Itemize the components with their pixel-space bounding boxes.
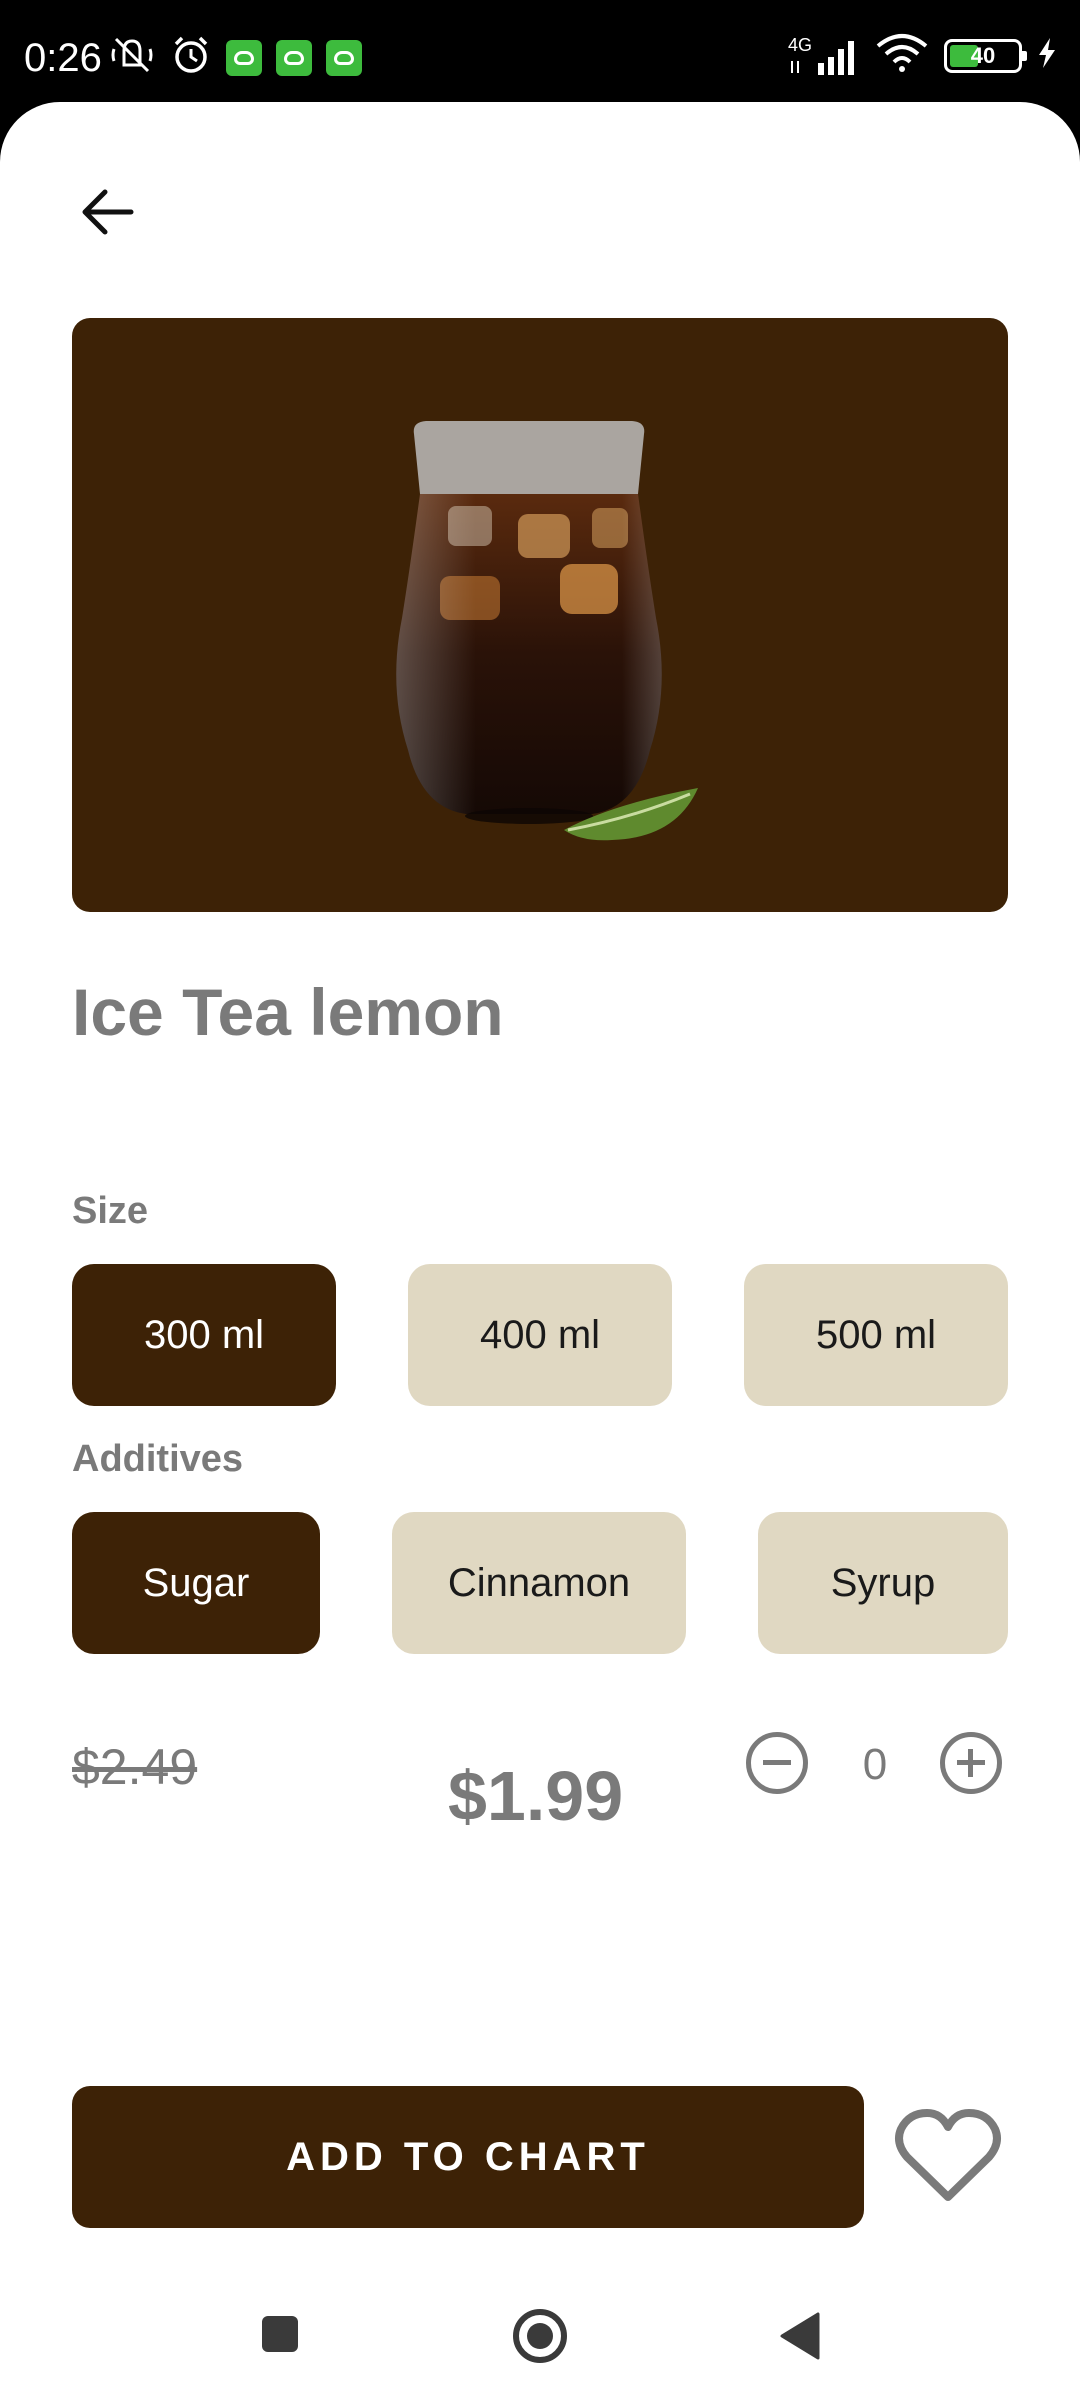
home-circle-icon [513, 2309, 567, 2363]
product-detail-sheet: Ice Tea lemon Size 300 ml 400 ml 500 ml … [0, 102, 1080, 2400]
additive-option-cinnamon[interactable]: Cinnamon [392, 1512, 686, 1654]
price: $1.99 [448, 1757, 624, 1835]
increase-quantity-button[interactable] [940, 1732, 1002, 1794]
arrow-left-icon [82, 189, 134, 235]
additives-label: Additives [72, 1438, 244, 1480]
add-to-cart-button[interactable]: ADD TO CHART [72, 2086, 864, 2228]
alarm-icon [170, 34, 212, 81]
system-nav-bar [0, 2280, 1080, 2400]
status-time: 0:26 [24, 36, 102, 80]
size-option-400[interactable]: 400 ml [408, 1264, 672, 1406]
back-nav-button[interactable] [778, 2310, 822, 2367]
size-option-300[interactable]: 300 ml [72, 1264, 336, 1406]
recent-apps-button[interactable] [258, 2312, 302, 2361]
size-label: Size [72, 1190, 149, 1232]
app-badge-icon [276, 39, 312, 76]
home-button[interactable] [510, 2306, 570, 2371]
back-button[interactable] [72, 177, 142, 247]
additive-option-sugar[interactable]: Sugar [72, 1512, 320, 1654]
app-badge-icon [326, 39, 362, 76]
app-badge-icon [226, 39, 262, 76]
additive-option-syrup[interactable]: Syrup [758, 1512, 1008, 1654]
square-icon [262, 2316, 298, 2352]
wifi-icon [874, 32, 930, 79]
status-icons-left [108, 34, 362, 81]
mute-icon [108, 35, 156, 80]
quantity-value: 0 [862, 1740, 888, 1789]
charging-icon [1036, 36, 1058, 75]
battery-icon: 40 [944, 38, 1027, 73]
status-bar: 0:26 4G 40 [0, 0, 1080, 104]
heart-icon [895, 2109, 1001, 2201]
old-price: $2.49 [72, 1739, 198, 1795]
iced-tea-glass-illustration [396, 421, 698, 841]
product-title: Ice Tea lemon [72, 975, 504, 1049]
decrease-quantity-button[interactable] [746, 1732, 808, 1794]
favorite-button[interactable] [888, 2102, 1008, 2212]
product-image [72, 318, 1008, 912]
size-option-500[interactable]: 500 ml [744, 1264, 1008, 1406]
status-icons-right: 4G 40 [788, 32, 1058, 79]
signal-icon: 4G [788, 35, 860, 77]
triangle-back-icon [780, 2312, 820, 2360]
